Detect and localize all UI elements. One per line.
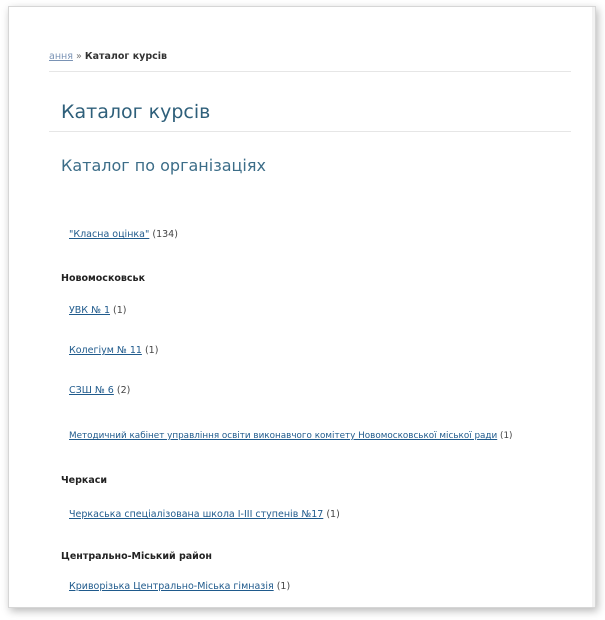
list-item: Черкаська спеціалізована школа І-ІІІ сту… <box>69 509 340 520</box>
section-title: Каталог по організаціях <box>61 156 266 175</box>
scrollbar[interactable] <box>592 7 595 607</box>
content-area: ання » Каталог курсів Каталог курсів Кат… <box>49 7 571 607</box>
course-count: (2) <box>116 385 131 396</box>
breadcrumb-current: Каталог курсів <box>84 51 168 62</box>
course-count: (134) <box>152 229 178 240</box>
breadcrumb-separator: » <box>76 51 82 62</box>
list-item: Криворізька Центрально-Міська гімназія (… <box>69 581 290 592</box>
course-org-link[interactable]: "Класна оцінка" <box>69 229 149 240</box>
divider <box>49 131 571 132</box>
group-heading: Черкаси <box>61 475 108 486</box>
course-count: (1) <box>500 431 513 441</box>
breadcrumb-home-link[interactable]: ання <box>49 51 73 62</box>
course-org-link[interactable]: Методичний кабінет управління освіти вик… <box>69 431 497 441</box>
course-org-link[interactable]: Колегіум № 11 <box>69 345 142 356</box>
group-heading: Центрально-Міський район <box>61 551 212 562</box>
course-count: (1) <box>113 305 127 316</box>
group-heading: Новомосковськ <box>61 273 146 284</box>
list-item: СЗШ № 6 (2) <box>69 385 130 396</box>
course-org-link[interactable]: Криворізька Центрально-Міська гімназія <box>69 581 274 592</box>
page-frame: ання » Каталог курсів Каталог курсів Кат… <box>8 6 596 608</box>
course-count: (1) <box>144 345 159 356</box>
breadcrumb: ання » Каталог курсів <box>49 51 167 62</box>
list-item: "Класна оцінка" (134) <box>69 229 178 240</box>
list-item: Методичний кабінет управління освіти вик… <box>69 431 512 441</box>
list-item: УВК № 1 (1) <box>69 305 127 316</box>
course-org-link[interactable]: Черкаська спеціалізована школа І-ІІІ сту… <box>69 509 323 520</box>
course-count: (1) <box>326 509 340 520</box>
divider <box>49 71 571 72</box>
course-count: (1) <box>276 581 291 592</box>
course-org-link[interactable]: СЗШ № 6 <box>69 385 114 396</box>
list-item: Колегіум № 11 (1) <box>69 345 158 356</box>
course-org-link[interactable]: УВК № 1 <box>69 305 110 316</box>
page-title: Каталог курсів <box>61 101 211 123</box>
